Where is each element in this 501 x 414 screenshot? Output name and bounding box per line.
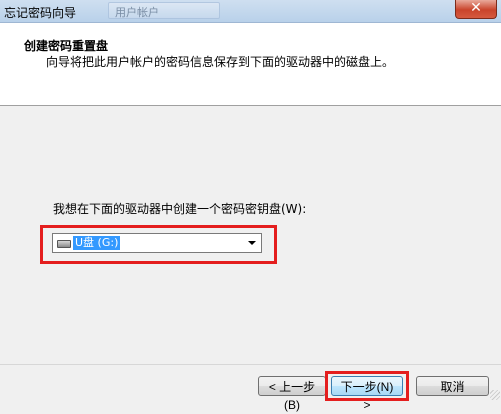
back-button[interactable]: < 上一步(B)	[258, 376, 326, 412]
usb-drive-icon	[57, 240, 71, 248]
close-icon: ✕	[470, 0, 482, 16]
window-title: 忘记密码向导	[4, 6, 77, 20]
background-window-tab: 用户帐户	[108, 2, 220, 19]
background-window-title: 用户帐户	[115, 6, 159, 19]
drive-select[interactable]: U盘 (G:)	[52, 233, 262, 253]
close-button[interactable]: ✕	[455, 0, 497, 19]
page-title: 创建密码重置盘	[24, 39, 109, 53]
page-subtitle: 向导将把此用户帐户的密码信息保存到下面的驱动器中的磁盘上。	[46, 55, 395, 69]
drive-prompt-label: 我想在下面的驱动器中创建一个密码密钥盘(W):	[53, 202, 307, 216]
next-button[interactable]: 下一步(N) >	[331, 376, 403, 412]
cancel-button[interactable]: 取消	[416, 376, 489, 396]
chevron-down-icon[interactable]	[248, 241, 256, 245]
drive-select-value: U盘 (G:)	[73, 236, 121, 250]
title-bar: 忘记密码向导 用户帐户 ✕	[0, 0, 501, 23]
footer-divider	[0, 364, 501, 365]
resize-grip[interactable]	[490, 390, 500, 400]
wizard-header: 创建密码重置盘 向导将把此用户帐户的密码信息保存到下面的驱动器中的磁盘上。	[0, 23, 501, 106]
